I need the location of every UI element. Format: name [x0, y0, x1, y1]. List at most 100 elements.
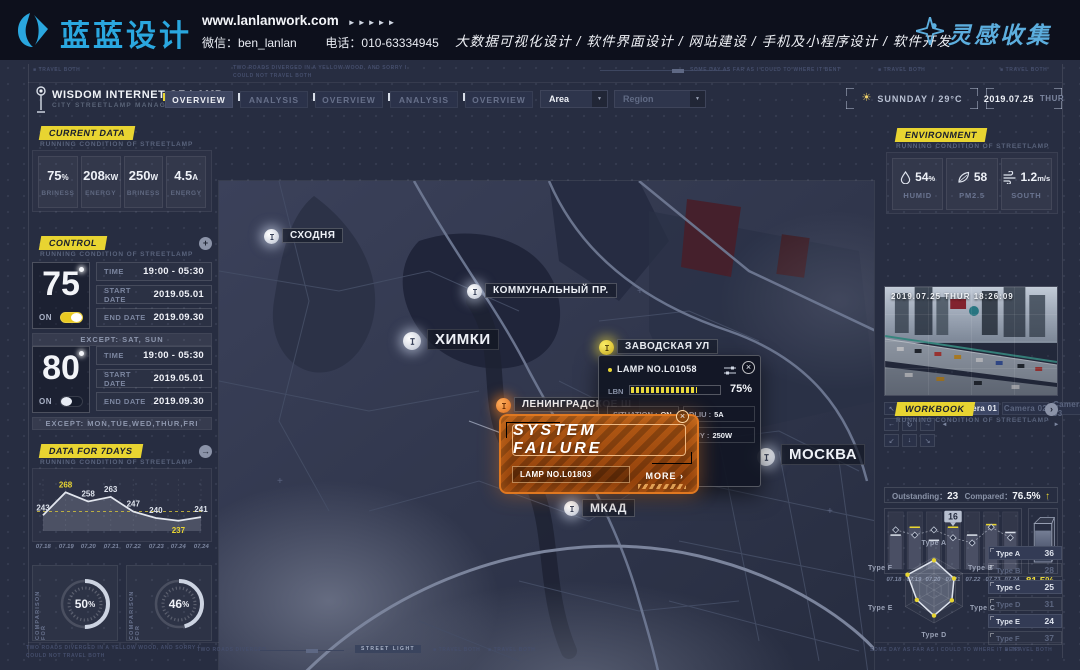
services-list: 大数据可视化设计 / 软件界面设计 / 网站建设 / 手机及小程序设计 / 软件… [455, 30, 951, 50]
svg-text:263: 263 [104, 485, 118, 494]
start-date-row[interactable]: START DATE 2019.05.01 [96, 285, 212, 304]
control-badge: CONTROL [39, 236, 107, 250]
decor-microtext: TWO ROADS DIVERGED IN A YELLOW WOOD, AND… [26, 644, 200, 660]
type-row-f[interactable]: Type F37 [988, 631, 1062, 645]
progress-fill [631, 387, 697, 393]
camera-feed[interactable]: 2019.07.25 THUR 18:26:09 [884, 286, 1058, 396]
pan-down-left-button[interactable]: ↙ [884, 434, 899, 447]
streetlamp-icon [34, 86, 48, 114]
lamp-pin[interactable] [467, 284, 482, 299]
lamp-toggle[interactable] [60, 312, 83, 323]
stat-label: BRINESS [41, 190, 74, 197]
date-text: 2019.07.25 [984, 94, 1034, 104]
add-schedule-button[interactable]: + [199, 237, 212, 250]
brightness-progress-bar[interactable] [629, 385, 721, 395]
start-date-row[interactable]: START DATE 2019.05.01 [96, 369, 212, 388]
lamp-pin-warning[interactable] [599, 340, 614, 355]
map-label-khimki[interactable]: ХИМКИ [427, 329, 499, 350]
filter-sliders-icon[interactable] [724, 366, 736, 375]
weather-text: SUNNDAY / 29°C [877, 94, 962, 104]
map-label-mkad[interactable]: МКАД [582, 499, 635, 517]
row-value: 2019.05.01 [153, 373, 204, 384]
on-label: ON [39, 313, 52, 322]
type-row-e[interactable]: Type E24 [988, 614, 1062, 628]
alert-title: SYSTEM FAILURE [513, 422, 685, 458]
dashboard: ■ TRAVEL BOTH TWO ROADS DIVERGED IN A YE… [0, 60, 1080, 670]
end-date-row[interactable]: END DATE 2019.09.30 [96, 308, 212, 327]
lamp-pin-icon [603, 344, 611, 352]
brightness-percent: 75% [730, 383, 752, 395]
svg-text:+: + [827, 506, 833, 517]
decor-microtext: SOME DAY AS FAR AS I COULD TO WHERE IT B… [870, 646, 1021, 654]
camera-02-button[interactable]: Camera 02 [1002, 402, 1049, 415]
type-row-a[interactable]: Type A36 [988, 546, 1062, 560]
stat-value: 208 [83, 168, 105, 183]
radar-chart [886, 542, 982, 638]
pan-down-right-button[interactable]: ↘ [920, 434, 935, 447]
end-date-row[interactable]: END DATE 2019.09.30 [96, 392, 212, 411]
time-row[interactable]: TIME 19:00 - 05:30 [96, 262, 212, 281]
tab-analysis-2[interactable]: ANALYSIS [390, 91, 458, 108]
gauge-value: 50% [57, 576, 113, 632]
tab-overview-2[interactable]: OVERVIEW [315, 91, 383, 108]
tab-overview-3[interactable]: OVERVIEW [465, 91, 533, 108]
type-row-d[interactable]: Type D31 [988, 597, 1062, 611]
field-value: 250W [712, 431, 732, 440]
pm25-card: 58 PM2.5 [946, 158, 997, 210]
row-value: 2019.05.01 [153, 289, 204, 300]
alert-close-icon[interactable]: × [676, 410, 689, 423]
svg-text:16: 16 [948, 511, 958, 521]
type-row-c[interactable]: Type C25 [988, 580, 1062, 594]
data7-more-button[interactable]: → [199, 445, 212, 458]
map-label-skhodnya[interactable]: СХОДНЯ [282, 228, 343, 243]
svg-text:258: 258 [81, 490, 95, 499]
lamp-pin-icon [568, 505, 576, 513]
workbook-more-button[interactable]: › [1045, 403, 1058, 416]
lamp-pin[interactable] [264, 229, 279, 244]
comparison-gauge-card: COMPARISON FOR 50% [32, 565, 118, 641]
env-value: 54 [915, 170, 928, 184]
lamp-pin[interactable] [564, 501, 579, 516]
popup-title: LAMP NO.L01058 [617, 364, 697, 374]
website-url: www.lanlanwork.com [202, 13, 339, 28]
type-row-b[interactable]: Type B28 [988, 563, 1062, 577]
row-label: START DATE [104, 286, 153, 304]
type-label: Type A [996, 549, 1020, 558]
outstanding-label: Outstanding： [892, 492, 947, 501]
popup-close-icon[interactable]: × [742, 361, 755, 374]
axis-label: 07.22 [122, 544, 145, 550]
stat-label: BRINESS [127, 190, 160, 197]
trend-up-icon: ↑ [1045, 491, 1050, 502]
svg-text:237: 237 [172, 526, 186, 535]
decor-microtext: ■ TRAVEL BOTH [1000, 66, 1047, 74]
street-light-chip: STREET LIGHT [355, 645, 421, 653]
weather-widget: ☀ SUNNDAY / 29°C [846, 88, 978, 109]
axis-label: 07.23 [144, 544, 167, 550]
axis-label: 07.18 [32, 544, 55, 550]
map-label-kommunalny[interactable]: КОММУНАЛЬНЫЙ ПР. [485, 283, 617, 298]
tab-overview-1[interactable]: OVERVIEW [165, 91, 233, 108]
stat-unit: KW [105, 173, 118, 182]
decor-slider [260, 650, 344, 651]
lamp-pin-failure[interactable] [496, 398, 511, 413]
svg-text:243: 243 [36, 503, 50, 512]
env-label: HUMID [903, 191, 932, 200]
website-link[interactable]: www.lanlanwork.com►►►►► [202, 13, 397, 28]
region-select[interactable]: Region ▼ [614, 90, 706, 108]
time-row[interactable]: TIME 19:00 - 05:30 [96, 346, 212, 365]
axis-label: 07.19 [54, 544, 77, 550]
tab-analysis-1[interactable]: ANALYSIS [240, 91, 308, 108]
alert-more-button[interactable]: MORE › [646, 471, 685, 481]
system-failure-alert: × SYSTEM FAILURE LAMP NO.L01803 MORE › [499, 414, 699, 494]
map-label-moskva[interactable]: МОСКВА [781, 444, 865, 465]
map-label-zavodskaya[interactable]: ЗАВОДСКАЯ УЛ [617, 339, 718, 354]
row-value: 2019.09.30 [153, 312, 204, 323]
pan-down-button[interactable]: ↓ [902, 434, 917, 447]
city-map[interactable]: +++ СХОДНЯ КОММУНАЛЬНЫЙ ПР. ХИМКИ ЗАВОДС… [218, 180, 875, 670]
wind-card: 1.2m/s SOUTH [1001, 158, 1052, 210]
type-label: Type E [996, 617, 1020, 626]
axis-label: 07.24 [189, 544, 212, 550]
area-select[interactable]: Area ▼ [540, 90, 608, 108]
lamp-toggle[interactable] [60, 396, 83, 407]
lamp-pin[interactable] [403, 332, 421, 350]
